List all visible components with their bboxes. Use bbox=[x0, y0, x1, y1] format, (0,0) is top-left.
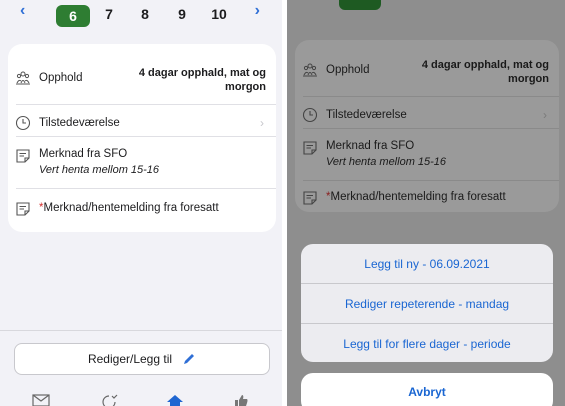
home-icon[interactable] bbox=[166, 394, 184, 406]
edit-repeating-button[interactable]: Rediger repeterende - mandag bbox=[301, 284, 553, 323]
note-icon bbox=[16, 149, 30, 163]
divider bbox=[16, 136, 276, 137]
group-icon bbox=[303, 63, 317, 77]
divider bbox=[303, 128, 559, 129]
selected-day-pill bbox=[339, 0, 381, 10]
divider bbox=[16, 188, 276, 189]
opphold-label: Opphold bbox=[39, 72, 83, 84]
clock-icon bbox=[302, 107, 318, 123]
edit-add-label: Rediger/Legg til bbox=[87, 352, 173, 366]
chevron-right-icon: › bbox=[543, 108, 547, 122]
clock-icon bbox=[15, 115, 31, 131]
chevron-right-icon: › bbox=[260, 116, 264, 130]
note-icon bbox=[303, 141, 317, 155]
foresatt-label: *Merknad/hentemelding fra foresatt bbox=[39, 202, 219, 214]
tab-bar bbox=[0, 388, 282, 406]
details-card: Opphold 4 dagar opphald, mat og morgon T… bbox=[8, 44, 276, 232]
opphold-value: 4 dagar opphald, mat og morgon bbox=[138, 67, 266, 93]
tilstede-label: Tilstedeværelse bbox=[326, 109, 407, 121]
pencil-icon bbox=[184, 354, 195, 364]
chevron-left-icon[interactable]: ‹ bbox=[20, 2, 25, 20]
cancel-button[interactable]: Avbryt bbox=[301, 373, 553, 406]
foresatt-label: *Merknad/hentemelding fra foresatt bbox=[326, 191, 506, 203]
chevron-right-icon[interactable]: › bbox=[255, 2, 260, 20]
merknad-label: Merknad fra SFO bbox=[326, 140, 415, 152]
merknad-text: Vert henta mellom 15-16 bbox=[326, 156, 447, 168]
edit-add-button[interactable]: Rediger/Legg til bbox=[14, 343, 270, 375]
day[interactable]: 8 bbox=[133, 6, 157, 22]
group-icon bbox=[16, 71, 30, 85]
details-card-dimmed: Opphold 4 dagar opphald, mat og morgon T… bbox=[295, 40, 559, 212]
thumbs-up-icon[interactable] bbox=[232, 394, 250, 406]
day[interactable]: 9 bbox=[170, 6, 194, 22]
foresatt-text: Merknad/hentemelding fra foresatt bbox=[43, 202, 219, 214]
divider bbox=[303, 180, 559, 181]
add-new-button[interactable]: Legg til ny - 06.09.2021 bbox=[301, 244, 553, 283]
divider bbox=[16, 104, 276, 105]
day[interactable]: 10 bbox=[207, 6, 231, 22]
opphold-value: 4 dagar opphald, mat og morgon bbox=[421, 59, 549, 85]
add-period-button[interactable]: Legg til for flere dager - periode bbox=[301, 324, 553, 362]
foresatt-text: Merknad/hentemelding fra foresatt bbox=[330, 191, 506, 203]
check-circle-icon[interactable] bbox=[100, 394, 118, 406]
note-icon bbox=[303, 191, 317, 205]
opphold-label: Opphold bbox=[326, 64, 370, 76]
note-icon bbox=[16, 202, 30, 216]
date-strip: ‹ 6 7 8 9 10 › bbox=[0, 0, 282, 34]
divider bbox=[303, 96, 559, 97]
tilstede-label: Tilstedeværelse bbox=[39, 117, 120, 129]
merknad-label: Merknad fra SFO bbox=[39, 148, 128, 160]
left-screen: ‹ 6 7 8 9 10 › Opphold 4 dagar opphald, … bbox=[0, 0, 282, 406]
right-screen: Opphold 4 dagar opphald, mat og morgon T… bbox=[287, 0, 565, 406]
day[interactable]: 7 bbox=[97, 6, 121, 22]
merknad-text: Vert henta mellom 15-16 bbox=[39, 164, 160, 176]
day-selected[interactable]: 6 bbox=[56, 5, 90, 27]
action-sheet: Legg til ny - 06.09.2021 Rediger repeter… bbox=[301, 244, 553, 362]
mail-icon[interactable] bbox=[32, 394, 50, 406]
